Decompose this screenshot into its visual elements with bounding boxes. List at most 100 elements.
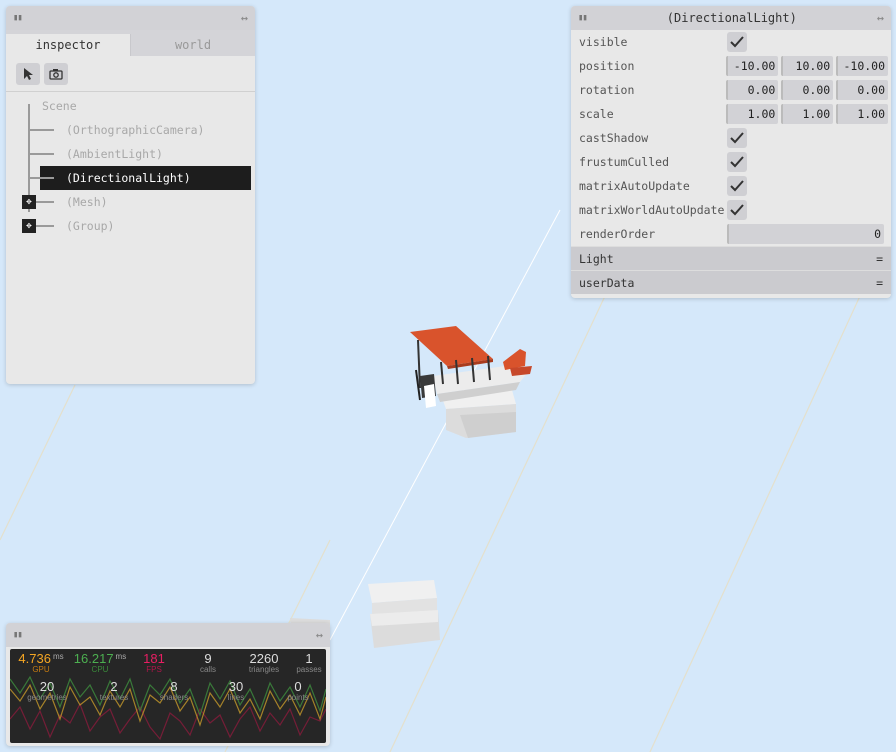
resize-icon[interactable]: ↔ (316, 628, 323, 642)
geometries-label: geometries (27, 693, 67, 702)
prop-rotation: rotation 0.00 0.00 0.00 (571, 78, 891, 102)
inspector-tabs: inspector world (6, 30, 255, 56)
inspector-titlebar[interactable]: ▮▮ ↔ (6, 6, 255, 30)
tab-inspector[interactable]: inspector (6, 34, 130, 56)
stat-calls: 9 calls (188, 651, 228, 674)
tree-item-ambient-light[interactable]: (AmbientLight) (6, 142, 255, 166)
lines-label: lines (227, 693, 245, 702)
stats-panel: ▮▮ ↔ 4.736 ms GPU 16.217 ms CPU 181 FPS 9 … (6, 623, 330, 746)
gpu-label: GPU (32, 665, 50, 674)
collapse-icon: = (876, 275, 883, 290)
properties-title: (DirectionalLight) (666, 11, 797, 25)
checkmark-icon (730, 36, 744, 48)
gpu-unit: ms (52, 652, 64, 661)
position-z-input[interactable]: -10.00 (836, 56, 889, 76)
section-user-data[interactable]: userData = (571, 270, 891, 294)
render-order-input[interactable]: 0 (727, 224, 884, 244)
visible-checkbox[interactable] (727, 32, 747, 52)
fps-value: 181 (143, 651, 165, 666)
inspector-toolbar (6, 56, 255, 92)
tree-item-mesh[interactable]: ✥ (Mesh) (6, 190, 255, 214)
calls-label: calls (199, 665, 216, 674)
prop-cast-shadow: castShadow (571, 126, 891, 150)
collapse-icon: = (876, 251, 883, 266)
tree-item-scene[interactable]: Scene (6, 94, 255, 118)
stat-textures: 2 textures (92, 679, 136, 702)
section-label: userData (579, 275, 635, 290)
scale-x-input[interactable]: 1.00 (726, 104, 779, 124)
shaders-label: shaders (159, 693, 189, 702)
prop-label: visible (579, 35, 628, 49)
camera-icon (49, 68, 63, 80)
scale-z-input[interactable]: 1.00 (836, 104, 889, 124)
properties-titlebar[interactable]: ▮▮ (DirectionalLight) ↔ (571, 6, 891, 30)
prop-label: matrixAutoUpdate (579, 179, 690, 193)
prop-render-order: renderOrder 0 (571, 222, 891, 246)
camera-tool-button[interactable] (44, 62, 68, 85)
stats-titlebar[interactable]: ▮▮ ↔ (6, 623, 330, 647)
tree-item-label: (OrthographicCamera) (66, 123, 205, 137)
resize-icon[interactable]: ↔ (877, 11, 884, 25)
tab-world[interactable]: world (130, 34, 255, 56)
scale-y-input[interactable]: 1.00 (781, 104, 834, 124)
triangles-value: 2260 (249, 651, 279, 666)
position-x-input[interactable]: -10.00 (726, 56, 779, 76)
cpu-value: 16.217 (73, 651, 114, 666)
stat-shaders: 8 shaders (152, 679, 196, 702)
rotation-y-input[interactable]: 0.00 (781, 80, 834, 100)
points-value: 0 (294, 679, 302, 694)
checkmark-icon (730, 204, 744, 216)
cpu-label: CPU (91, 665, 109, 674)
shaders-value: 8 (170, 679, 178, 694)
tree-item-orthographic-camera[interactable]: (OrthographicCamera) (6, 118, 255, 142)
prop-frustum-culled: frustumCulled (571, 150, 891, 174)
prop-scale: scale 1.00 1.00 1.00 (571, 102, 891, 126)
tree-item-label: (DirectionalLight) (66, 171, 191, 185)
prop-label: renderOrder (579, 227, 656, 241)
drag-handle-icon[interactable]: ▮▮ (13, 630, 23, 640)
prop-matrix-world-auto-update: matrixWorldAutoUpdate (571, 198, 891, 222)
expand-icon[interactable]: ✥ (22, 219, 36, 233)
tree-item-directional-light[interactable]: (DirectionalLight) (6, 166, 255, 190)
checkmark-icon (730, 156, 744, 168)
tree-item-label: Scene (42, 99, 77, 113)
position-y-input[interactable]: 10.00 (781, 56, 834, 76)
calls-value: 9 (204, 651, 212, 666)
drag-handle-icon[interactable]: ▮▮ (13, 13, 23, 23)
rotation-z-input[interactable]: 0.00 (836, 80, 889, 100)
scene-tree: Scene (OrthographicCamera) (AmbientLight… (6, 92, 255, 238)
prop-label: scale (579, 107, 614, 121)
prop-label: frustumCulled (579, 155, 670, 169)
checkmark-icon (730, 132, 744, 144)
stat-points: 0 points (282, 679, 314, 702)
matrix-auto-update-checkbox[interactable] (727, 176, 747, 196)
inspector-panel: ▮▮ ↔ inspector world Scene (Orthographic… (6, 6, 255, 384)
tree-item-group[interactable]: ✥ (Group) (6, 214, 255, 238)
lines-value: 30 (228, 679, 244, 694)
points-label: points (287, 693, 309, 702)
rotation-x-input[interactable]: 0.00 (726, 80, 779, 100)
resize-icon[interactable]: ↔ (241, 11, 248, 25)
section-light[interactable]: Light = (571, 246, 891, 270)
fps-label: FPS (146, 665, 162, 674)
matrix-world-auto-update-checkbox[interactable] (727, 200, 747, 220)
geometries-value: 20 (39, 679, 55, 694)
tree-connector (28, 153, 54, 155)
tree-item-label: (Group) (66, 219, 115, 233)
gpu-value: 4.736 (18, 651, 51, 666)
stat-triangles: 2260 triangles (240, 651, 288, 674)
cast-shadow-checkbox[interactable] (727, 128, 747, 148)
textures-label: textures (99, 693, 129, 702)
frustum-culled-checkbox[interactable] (727, 152, 747, 172)
stat-passes: 1 passes (294, 651, 324, 674)
expand-icon[interactable]: ✥ (22, 195, 36, 209)
drag-handle-icon[interactable]: ▮▮ (578, 13, 588, 23)
prop-label: castShadow (579, 131, 649, 145)
prop-position: position -10.00 10.00 -10.00 (571, 54, 891, 78)
stats-monitor: 4.736 ms GPU 16.217 ms CPU 181 FPS 9 calls… (10, 649, 326, 743)
passes-value: 1 (305, 651, 313, 666)
textures-value: 2 (110, 679, 118, 694)
tree-connector (28, 129, 54, 131)
pointer-icon (24, 67, 33, 80)
pointer-tool-button[interactable] (16, 62, 40, 85)
